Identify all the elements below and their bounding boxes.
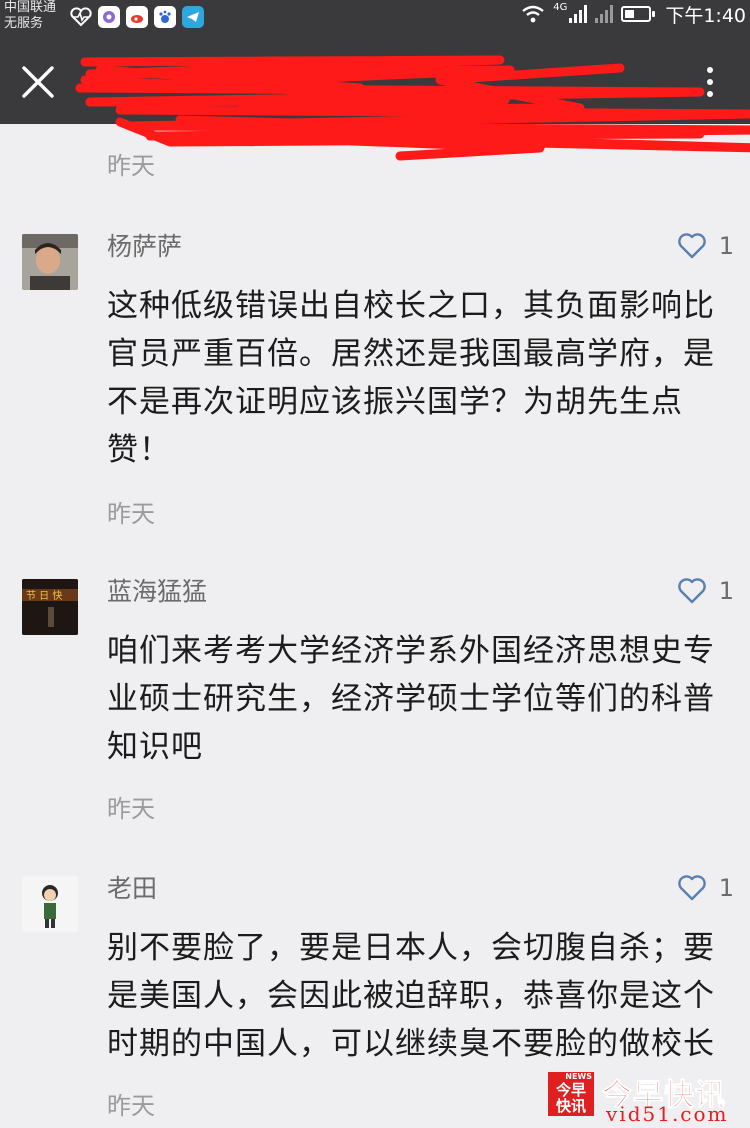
heart-icon: [677, 578, 706, 604]
comment-time: 昨天: [107, 500, 155, 528]
commenter-name[interactable]: 蓝海猛猛: [107, 577, 207, 607]
close-icon: [22, 66, 54, 98]
health-icon: [70, 6, 92, 28]
weibo-icon: [126, 6, 148, 28]
like-button[interactable]: 1: [677, 232, 734, 260]
comment-time: 昨天: [107, 795, 155, 823]
avatar[interactable]: [22, 876, 78, 932]
carrier-name: 中国联通: [4, 0, 57, 15]
signal-icon: [569, 5, 588, 23]
avatar[interactable]: [22, 234, 78, 290]
like-count: 1: [718, 577, 734, 605]
more-dot: [707, 67, 713, 73]
comment-text: 这种低级错误出自校长之口，其负面影响比官员严重百倍。居然还是我国最高学府，是不是…: [107, 288, 715, 468]
comment-list: 昨天 杨萨萨 1 这种低级错误出自校长之口，其负面影响比官员严重百倍。居然还是我…: [0, 124, 750, 1128]
commenter-name[interactable]: 杨萨萨: [107, 232, 182, 262]
title-bar: [0, 40, 750, 124]
more-dot: [707, 91, 713, 97]
telegram-icon: [182, 6, 204, 28]
system-status: 4G 下午1:40: [521, 0, 746, 28]
comment-time: 昨天: [107, 1092, 155, 1120]
more-dot: [707, 79, 713, 85]
more-options-button[interactable]: [692, 58, 728, 106]
watermark-badge: NEWS 今早快讯: [548, 1072, 594, 1116]
battery-icon: [621, 6, 656, 22]
watermark-badge-text: 今早快讯: [555, 1081, 586, 1115]
like-count: 1: [718, 232, 734, 260]
comment-time: 昨天: [107, 152, 155, 180]
carrier-info: 中国联通 无服务: [4, 0, 56, 32]
service-status: 无服务: [4, 16, 44, 31]
svg-text:节 日 快: 节 日 快: [26, 590, 62, 602]
heart-icon: [677, 875, 706, 901]
like-button[interactable]: 1: [677, 874, 734, 902]
avatar[interactable]: 节 日 快: [22, 579, 78, 635]
like-button[interactable]: 1: [677, 577, 734, 605]
close-button[interactable]: [18, 62, 58, 102]
comment-text: 别不要脸了，要是日本人，会切腹自杀；要是美国人，会因此被迫辞职，恭喜你是这个时期…: [107, 930, 715, 1062]
clock: 下午1:40: [665, 4, 746, 27]
message-app-icon: [98, 6, 120, 28]
comment-text: 咱们来考考大学经济学系外国经济思想史专业硕士研究生，经济学硕士学位等们的科普知识…: [107, 633, 715, 765]
like-count: 1: [718, 874, 734, 902]
wifi-icon: [522, 5, 544, 23]
network-type: 4G: [553, 2, 568, 13]
commenter-name[interactable]: 老田: [107, 874, 157, 904]
watermark-url: vid51.com: [606, 1102, 729, 1126]
status-bar: 中国联通 无服务 4G 下午1:40: [0, 0, 750, 40]
notification-icons: [70, 6, 204, 28]
signal-no-service-icon: [595, 5, 614, 23]
heart-icon: [677, 233, 706, 259]
watermark: NEWS 今早快讯 今早快讯 vid51.com: [548, 1072, 744, 1126]
baidu-icon: [154, 6, 176, 28]
